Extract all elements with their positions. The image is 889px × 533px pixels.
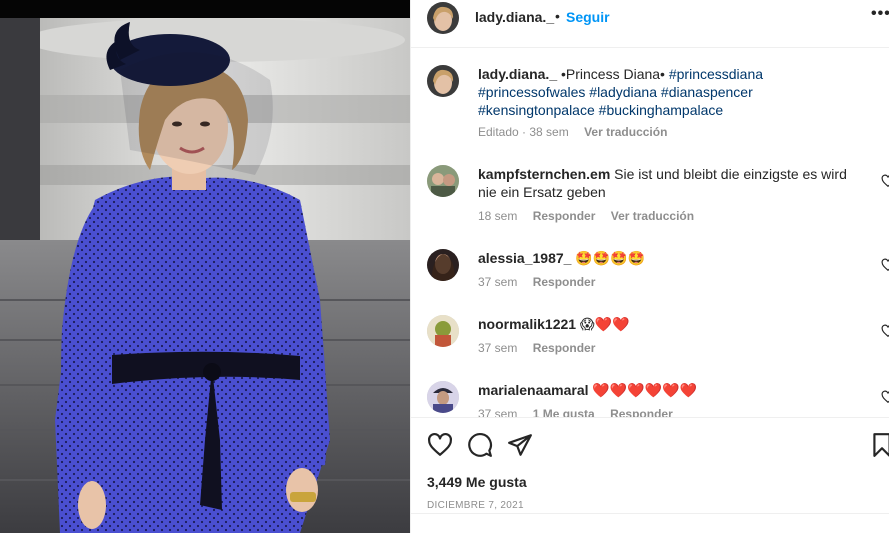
post-date: DICIEMBRE 7, 2021 <box>427 500 524 511</box>
comment-time: 37 sem <box>478 341 518 355</box>
commenter-username[interactable]: noormalik1221 <box>478 316 576 332</box>
comment-like-icon[interactable] <box>881 390 889 404</box>
avatar-image <box>427 249 459 281</box>
comment-meta: 37 sem Responder <box>478 341 607 355</box>
translate-link[interactable]: Ver traducción <box>584 125 667 139</box>
bookmark-icon[interactable] <box>869 432 889 458</box>
reply-button[interactable]: Responder <box>533 341 596 355</box>
avatar-image <box>427 381 459 413</box>
more-options-icon[interactable]: ••• <box>871 5 889 23</box>
commenter-avatar[interactable] <box>427 249 459 281</box>
likes-count[interactable]: 3,449 Me gusta <box>427 474 527 490</box>
commenter-avatar[interactable] <box>427 165 459 197</box>
comment-text: marialenaamaral ❤️❤️❤️❤️❤️❤️ <box>478 381 868 399</box>
comment-time: 37 sem <box>478 275 518 289</box>
comment-meta: 37 sem 1 Me gusta Responder <box>478 407 685 417</box>
comment-text: noormalik1221 😱❤️❤️ <box>478 315 868 333</box>
caption-username[interactable]: lady.diana._ <box>478 66 557 82</box>
avatar-image <box>427 165 459 197</box>
comment-meta: 37 sem Responder <box>478 275 607 289</box>
hashtag-link[interactable]: #kensingtonpalace <box>478 102 595 118</box>
translate-link[interactable]: Ver traducción <box>611 209 694 223</box>
comment-text: kampfsternchen.em Sie ist und bleibt die… <box>478 165 868 201</box>
reply-button[interactable]: Responder <box>533 209 596 223</box>
post-actions: 3,449 Me gusta DICIEMBRE 7, 2021 <box>411 417 889 533</box>
commenter-username[interactable]: marialenaamaral <box>478 382 589 398</box>
comment-like-icon[interactable] <box>881 174 889 188</box>
edited-time: Editado · 38 sem <box>478 125 569 139</box>
commenter-avatar[interactable] <box>427 315 459 347</box>
avatar-image <box>427 65 459 97</box>
hashtag-link[interactable]: #princessdiana <box>669 66 763 82</box>
post-header: lady.diana._ • Seguir ••• <box>411 0 889 48</box>
commenter-username[interactable]: kampfsternchen.em <box>478 166 610 182</box>
comment-time: 37 sem <box>478 407 518 417</box>
hashtag-link[interactable]: #buckinghampalace <box>599 102 724 118</box>
caption-meta: Editado · 38 sem Ver traducción <box>478 125 679 139</box>
commenter-avatar[interactable] <box>427 381 459 413</box>
comment-likes[interactable]: 1 Me gusta <box>533 407 595 417</box>
comment-like-icon[interactable] <box>881 258 889 272</box>
reply-button[interactable]: Responder <box>610 407 673 417</box>
post-photo[interactable] <box>0 0 410 533</box>
avatar-image <box>427 315 459 347</box>
caption-body: •Princess Diana• <box>557 66 669 82</box>
comment-text: alessia_1987_ 🤩🤩🤩🤩 <box>478 249 868 267</box>
separator-dot: • <box>555 8 560 24</box>
follow-button[interactable]: Seguir <box>566 9 610 25</box>
share-icon[interactable] <box>507 432 533 458</box>
comment-body: 😱❤️❤️ <box>579 316 630 332</box>
avatar-image <box>427 2 459 34</box>
caption-text: lady.diana._ •Princess Diana• #princessd… <box>478 65 868 119</box>
hashtag-link[interactable]: #dianaspencer <box>661 84 753 100</box>
comments-list[interactable]: lady.diana._ •Princess Diana• #princessd… <box>411 49 889 417</box>
author-username[interactable]: lady.diana._ <box>475 9 554 25</box>
comment-body: ❤️❤️❤️❤️❤️❤️ <box>592 382 698 398</box>
comment-like-icon[interactable] <box>881 324 889 338</box>
hashtag-link[interactable]: #ladydiana <box>589 84 657 100</box>
divider <box>411 513 889 514</box>
post-details-panel: lady.diana._ • Seguir ••• lady.diana._ •… <box>410 0 889 533</box>
commenter-username[interactable]: alessia_1987_ <box>478 250 571 266</box>
reply-button[interactable]: Responder <box>533 275 596 289</box>
heart-icon[interactable] <box>427 432 453 458</box>
comment-body: 🤩🤩🤩🤩 <box>575 250 646 266</box>
caption-avatar[interactable] <box>427 65 459 97</box>
photo-image <box>0 0 410 533</box>
comment-time: 18 sem <box>478 209 518 223</box>
comment-meta: 18 sem Responder Ver traducción <box>478 209 706 223</box>
comment-icon[interactable] <box>467 432 493 458</box>
author-avatar[interactable] <box>427 2 459 34</box>
hashtag-link[interactable]: #princessofwales <box>478 84 585 100</box>
